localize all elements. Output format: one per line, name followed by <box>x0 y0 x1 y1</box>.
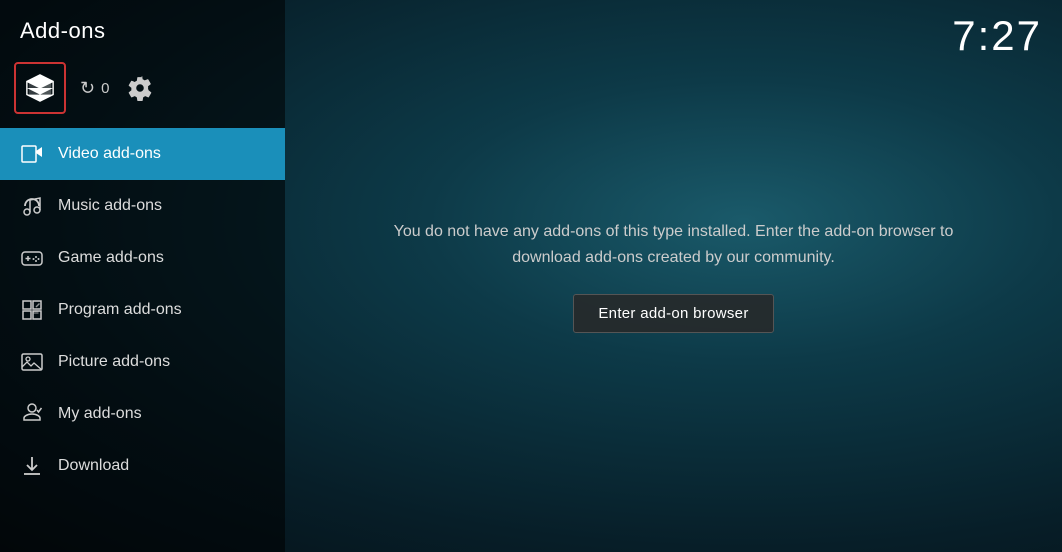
addon-box-button[interactable] <box>14 62 66 114</box>
enter-browser-button[interactable]: Enter add-on browser <box>573 294 773 333</box>
box-icon <box>25 73 55 103</box>
sidebar: Add-ons ↻ 0 <box>0 0 285 552</box>
sidebar-item-music[interactable]: Music add-ons <box>0 180 285 232</box>
sidebar-item-download-label: Download <box>58 457 129 475</box>
settings-button[interactable] <box>123 71 157 105</box>
sidebar-item-video-label: Video add-ons <box>58 145 161 163</box>
nav-list: Video add-ons Music add-ons <box>0 128 285 552</box>
empty-message-line1: You do not have any add-ons of this type… <box>394 223 954 240</box>
refresh-icon: ↻ <box>80 78 95 99</box>
sidebar-item-picture[interactable]: Picture add-ons <box>0 336 285 388</box>
sidebar-item-video[interactable]: Video add-ons <box>0 128 285 180</box>
sidebar-item-game-label: Game add-ons <box>58 249 164 267</box>
sidebar-item-music-label: Music add-ons <box>58 197 162 215</box>
sidebar-item-game[interactable]: Game add-ons <box>0 232 285 284</box>
gear-icon <box>127 75 153 101</box>
download-icon <box>20 454 44 478</box>
video-icon <box>20 142 44 166</box>
main-content: You do not have any add-ons of this type… <box>285 0 1062 552</box>
picture-icon <box>20 350 44 374</box>
page-title: Add-ons <box>0 0 285 54</box>
sidebar-item-picture-label: Picture add-ons <box>58 353 170 371</box>
myaddon-icon <box>20 402 44 426</box>
sidebar-item-download[interactable]: Download <box>0 440 285 492</box>
sidebar-item-program-label: Program add-ons <box>58 301 182 319</box>
sidebar-item-program[interactable]: Program add-ons <box>0 284 285 336</box>
sidebar-toolbar: ↻ 0 <box>0 54 285 128</box>
program-icon <box>20 298 44 322</box>
refresh-count: 0 <box>101 80 109 97</box>
sidebar-item-myaddon-label: My add-ons <box>58 405 142 423</box>
empty-message-line2: download add-ons created by our communit… <box>512 249 835 266</box>
refresh-button[interactable]: ↻ 0 <box>80 78 109 99</box>
music-icon <box>20 194 44 218</box>
empty-message: You do not have any add-ons of this type… <box>394 219 954 270</box>
game-icon <box>20 246 44 270</box>
clock-display: 7:27 <box>952 12 1042 60</box>
sidebar-item-myaddon[interactable]: My add-ons <box>0 388 285 440</box>
